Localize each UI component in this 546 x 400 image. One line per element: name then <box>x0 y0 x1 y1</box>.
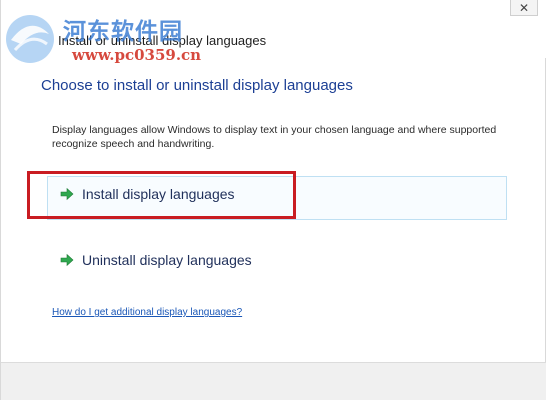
close-icon: ✕ <box>518 0 530 15</box>
uninstall-display-languages-link[interactable]: Uninstall display languages <box>60 252 252 268</box>
watermark-logo-icon <box>6 15 54 63</box>
watermark-site-name: 河东软件园 <box>63 18 183 45</box>
close-button[interactable]: ✕ <box>510 0 538 16</box>
green-arrow-icon <box>60 187 74 201</box>
green-arrow-icon <box>60 253 74 267</box>
page-heading: Choose to install or uninstall display l… <box>41 77 353 94</box>
help-link[interactable]: How do I get additional display language… <box>52 307 242 318</box>
dialog-footer <box>1 362 546 400</box>
watermark-url: www.pc0359.cn <box>72 46 202 64</box>
description-text: Display languages allow Windows to displ… <box>52 124 497 150</box>
install-display-languages-link[interactable]: Install display languages <box>60 186 235 202</box>
install-link-label: Install display languages <box>82 186 235 202</box>
uninstall-link-label: Uninstall display languages <box>82 252 252 268</box>
dialog-window: Install or uninstall display languages ✕… <box>0 0 546 400</box>
